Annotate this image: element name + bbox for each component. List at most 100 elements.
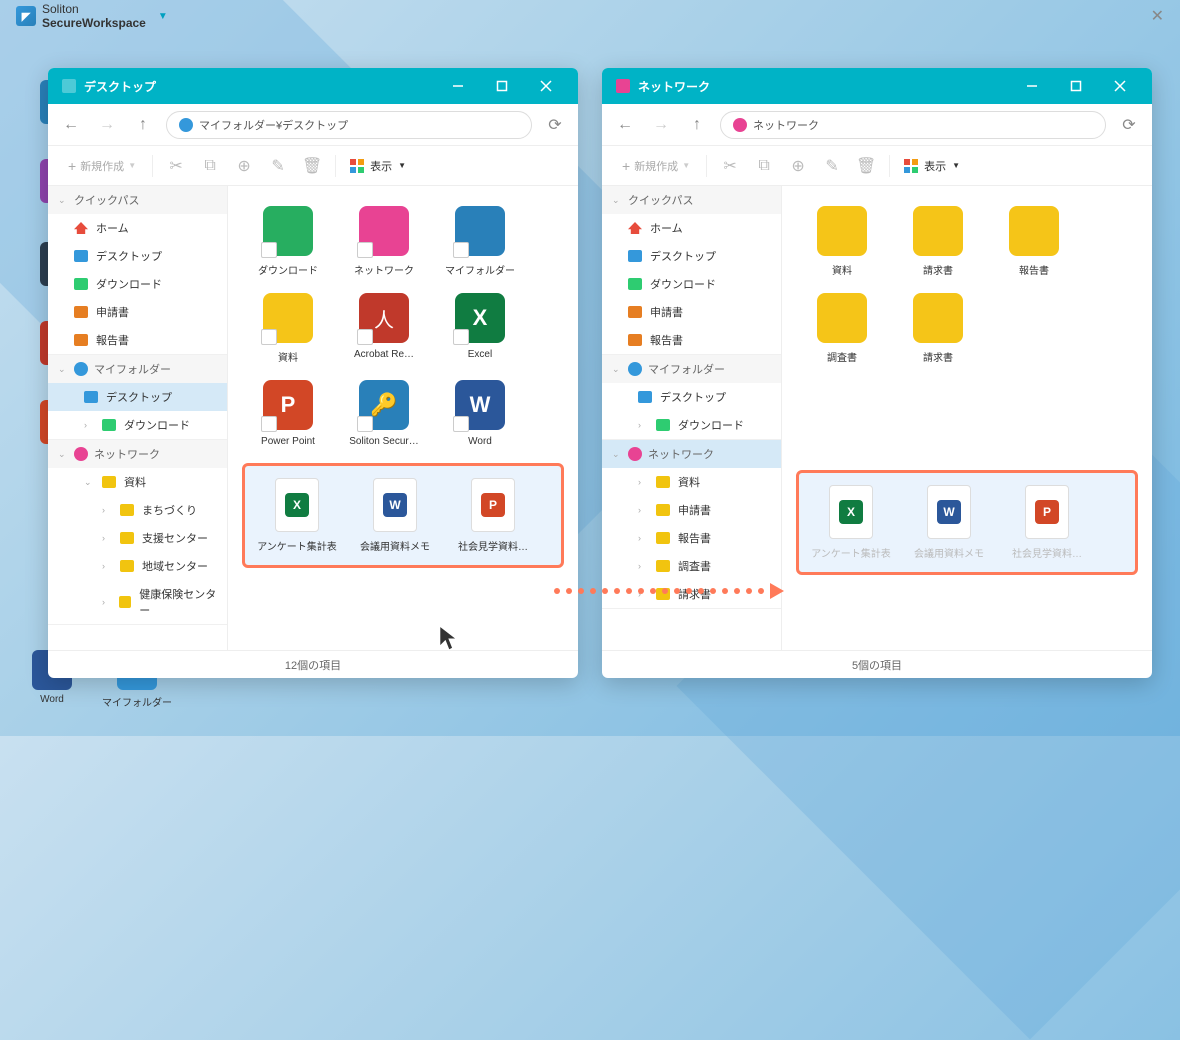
folder-item[interactable]: 請求書 bbox=[892, 200, 984, 283]
up-button[interactable]: ↑ bbox=[684, 112, 710, 138]
paste-button[interactable]: ⊕ bbox=[781, 152, 815, 180]
app-item[interactable]: WWord bbox=[434, 374, 526, 453]
sidebar-item[interactable]: ›申請書 bbox=[602, 496, 781, 524]
folder-item[interactable]: 請求書 bbox=[892, 287, 984, 370]
folder-item[interactable]: 調査書 bbox=[796, 287, 888, 370]
user-icon bbox=[179, 118, 193, 132]
delete-button[interactable]: 🗑 bbox=[295, 152, 329, 180]
new-button[interactable]: +新規作成▼ bbox=[58, 154, 146, 178]
file-item-ppt[interactable]: P社会見学資料… bbox=[447, 472, 539, 559]
folder-item[interactable]: 資料 bbox=[796, 200, 888, 283]
maximize-button[interactable] bbox=[480, 68, 524, 104]
minimize-button[interactable] bbox=[436, 68, 480, 104]
close-button[interactable] bbox=[524, 68, 568, 104]
minimize-button[interactable] bbox=[1010, 68, 1054, 104]
refresh-button[interactable]: ⟳ bbox=[1116, 115, 1142, 135]
sidebar-item-home[interactable]: ホーム bbox=[48, 214, 227, 242]
view-toggle[interactable]: 表示▼ bbox=[896, 154, 968, 178]
sidebar-item-pin[interactable]: 報告書 bbox=[48, 326, 227, 354]
sidebar-item-pin[interactable]: 申請書 bbox=[48, 298, 227, 326]
sidebar-item-downloads[interactable]: ダウンロード bbox=[48, 270, 227, 298]
sidebar-item-desktop[interactable]: デスクトップ bbox=[602, 242, 781, 270]
file-explorer-window-desktop: デスクトップ ← → ↑ マイフォルダー¥デスクトップ ⟳ +新規作成▼ ✂ ⧉… bbox=[48, 68, 578, 678]
app-item[interactable]: PPower Point bbox=[242, 374, 334, 453]
sidebar-item-downloads[interactable]: ダウンロード bbox=[602, 270, 781, 298]
file-item-excel[interactable]: Xアンケート集計表 bbox=[805, 479, 897, 566]
app-item[interactable]: 🔑Soliton Secur… bbox=[338, 374, 430, 453]
drop-target[interactable]: Xアンケート集計表 W会議用資料メモ P社会見学資料… bbox=[796, 470, 1138, 575]
sidebar-item[interactable]: ›資料 bbox=[602, 468, 781, 496]
forward-button[interactable]: → bbox=[94, 112, 120, 138]
close-button[interactable] bbox=[1098, 68, 1142, 104]
back-button[interactable]: ← bbox=[58, 112, 84, 138]
quickpath-header[interactable]: ⌄クイックパス bbox=[48, 186, 227, 214]
sidebar-item-pin[interactable]: 報告書 bbox=[602, 326, 781, 354]
network-header[interactable]: ⌄ネットワーク bbox=[48, 440, 227, 468]
drag-selection[interactable]: Xアンケート集計表 W会議用資料メモ P社会見学資料… bbox=[242, 463, 564, 568]
path-text: マイフォルダー¥デスクトップ bbox=[199, 117, 348, 133]
back-button[interactable]: ← bbox=[612, 112, 638, 138]
window-titlebar[interactable]: ネットワーク bbox=[602, 68, 1152, 104]
maximize-button[interactable] bbox=[1054, 68, 1098, 104]
brand-text: SolitonSecureWorkspace bbox=[42, 2, 146, 30]
myfolder-header[interactable]: ⌄マイフォルダー bbox=[48, 355, 227, 383]
sidebar-item[interactable]: ›支援センター bbox=[48, 524, 227, 552]
sidebar-item-downloads[interactable]: ›ダウンロード bbox=[602, 411, 781, 439]
network-icon bbox=[616, 79, 630, 93]
copy-button[interactable]: ⧉ bbox=[193, 152, 227, 180]
cut-button[interactable]: ✂ bbox=[159, 152, 193, 180]
file-item-word[interactable]: W会議用資料メモ bbox=[903, 479, 995, 566]
file-item-excel[interactable]: Xアンケート集計表 bbox=[251, 472, 343, 559]
folder-item[interactable]: ダウンロード bbox=[242, 200, 334, 283]
folder-item[interactable]: 報告書 bbox=[988, 200, 1080, 283]
rename-button[interactable]: ✎ bbox=[815, 152, 849, 180]
desktop-icon bbox=[62, 79, 76, 93]
sidebar-item-downloads[interactable]: ›ダウンロード bbox=[48, 411, 227, 439]
sidebar-item[interactable]: ›まちづくり bbox=[48, 496, 227, 524]
file-grid-area[interactable]: 資料 請求書 報告書 調査書 請求書 Xアンケート集計表 W会議用資料メモ P社… bbox=[782, 186, 1152, 650]
path-text: ネットワーク bbox=[753, 117, 819, 133]
path-field[interactable]: ネットワーク bbox=[720, 111, 1106, 139]
file-item-ppt[interactable]: P社会見学資料… bbox=[1001, 479, 1093, 566]
sidebar-item[interactable]: ›健康保険センター bbox=[48, 580, 227, 624]
sidebar-item[interactable]: ›調査書 bbox=[602, 552, 781, 580]
cut-button[interactable]: ✂ bbox=[713, 152, 747, 180]
window-titlebar[interactable]: デスクトップ bbox=[48, 68, 578, 104]
status-bar: 12個の項目 bbox=[48, 650, 578, 678]
app-item[interactable]: XExcel bbox=[434, 287, 526, 370]
sidebar: ⌄クイックパス ホーム デスクトップ ダウンロード 申請書 報告書 ⌄マイフォル… bbox=[602, 186, 782, 650]
myfolder-header[interactable]: ⌄マイフォルダー bbox=[602, 355, 781, 383]
app-logo: ◤ SolitonSecureWorkspace ▼ bbox=[16, 2, 168, 30]
rename-button[interactable]: ✎ bbox=[261, 152, 295, 180]
up-button[interactable]: ↑ bbox=[130, 112, 156, 138]
paste-button[interactable]: ⊕ bbox=[227, 152, 261, 180]
folder-item[interactable]: 資料 bbox=[242, 287, 334, 370]
sidebar-item-desktop[interactable]: デスクトップ bbox=[48, 383, 227, 411]
sidebar-item-desktop[interactable]: デスクトップ bbox=[48, 242, 227, 270]
view-toggle[interactable]: 表示▼ bbox=[342, 154, 414, 178]
file-grid-area[interactable]: ダウンロード ネットワーク マイフォルダー 資料 人Acrobat Re… XE… bbox=[228, 186, 578, 650]
sidebar-item[interactable]: ›地域センター bbox=[48, 552, 227, 580]
refresh-button[interactable]: ⟳ bbox=[542, 115, 568, 135]
sidebar-item[interactable]: ⌄資料 bbox=[48, 468, 227, 496]
sidebar-item[interactable]: ›報告書 bbox=[602, 524, 781, 552]
forward-button[interactable]: → bbox=[648, 112, 674, 138]
sidebar-item-desktop[interactable]: デスクトップ bbox=[602, 383, 781, 411]
copy-button[interactable]: ⧉ bbox=[747, 152, 781, 180]
delete-button[interactable]: 🗑 bbox=[849, 152, 883, 180]
sidebar-item[interactable]: ›請求書 bbox=[602, 580, 781, 608]
network-header[interactable]: ⌄ネットワーク bbox=[602, 440, 781, 468]
app-item[interactable]: 人Acrobat Re… bbox=[338, 287, 430, 370]
folder-item[interactable]: マイフォルダー bbox=[434, 200, 526, 283]
folder-item[interactable]: ネットワーク bbox=[338, 200, 430, 283]
sidebar-item-home[interactable]: ホーム bbox=[602, 214, 781, 242]
app-menu-dropdown[interactable]: ▼ bbox=[158, 11, 168, 22]
path-field[interactable]: マイフォルダー¥デスクトップ bbox=[166, 111, 532, 139]
file-item-word[interactable]: W会議用資料メモ bbox=[349, 472, 441, 559]
window-title: デスクトップ bbox=[84, 78, 156, 95]
app-close-button[interactable]: ✕ bbox=[1151, 6, 1164, 26]
new-button[interactable]: +新規作成▼ bbox=[612, 154, 700, 178]
app-titlebar: ◤ SolitonSecureWorkspace ▼ ✕ bbox=[0, 0, 1180, 32]
quickpath-header[interactable]: ⌄クイックパス bbox=[602, 186, 781, 214]
sidebar-item-pin[interactable]: 申請書 bbox=[602, 298, 781, 326]
